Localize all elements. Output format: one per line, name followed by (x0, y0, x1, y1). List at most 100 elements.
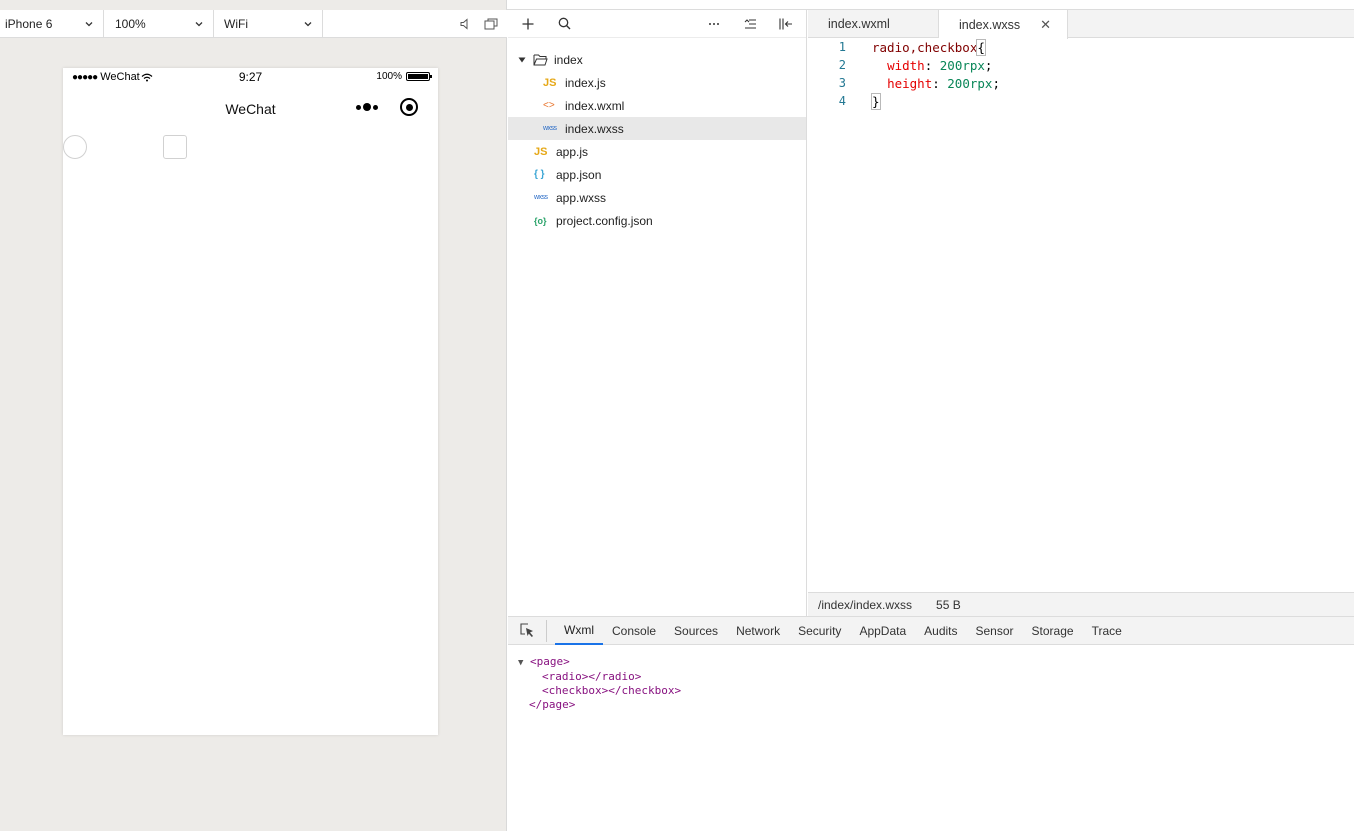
toggle-sidebar-icon[interactable] (776, 14, 796, 34)
code-area[interactable]: 1 radio,checkbox{ 2 width: 200rpx; 3 hei… (808, 38, 1354, 110)
dom-tag: <page> (530, 655, 570, 668)
code-line: 4 } (808, 92, 1354, 110)
dom-tag: </page> (529, 698, 576, 711)
simulator-toolbar: iPhone 6 100% WiFi (0, 9, 507, 38)
line-number: 1 (838, 40, 846, 54)
chevron-down-icon (85, 21, 93, 26)
js-file-icon: JS (543, 76, 557, 89)
code-line: 3 height: 200rpx; (808, 74, 1354, 92)
dom-tag: <checkbox></checkbox> (542, 684, 682, 697)
tree-label: index.wxml (565, 98, 625, 113)
dom-node-page[interactable]: ▼ <page> (518, 655, 1354, 670)
dom-node-page-close: </page> (518, 698, 1354, 712)
tree-file-index-wxml[interactable]: <> index.wxml (508, 94, 806, 117)
css-colon: : (924, 57, 940, 73)
wxml-file-icon: <> (543, 100, 555, 111)
tab-index-wxml[interactable]: index.wxml (808, 10, 939, 38)
detach-window-icon[interactable] (483, 16, 499, 32)
debugger-panel: Wxml Console Sources Network Security Ap… (508, 616, 1354, 831)
search-icon[interactable] (554, 14, 574, 34)
wxss-file-icon: wxss (534, 194, 548, 201)
more-options-icon[interactable] (704, 14, 724, 34)
sound-icon[interactable] (457, 16, 473, 32)
radio-control[interactable] (63, 135, 87, 159)
tree-file-app-json[interactable]: { } app.json (508, 163, 806, 186)
explorer-toolbar (508, 10, 806, 38)
file-explorer: index JS index.js <> index.wxml wxss ind… (508, 10, 807, 616)
wxss-file-icon: wxss (543, 125, 557, 132)
open-brace: { (976, 38, 986, 56)
tab-appdata[interactable]: AppData (850, 617, 915, 645)
dom-node-radio[interactable]: <radio></radio> (518, 670, 1354, 684)
tab-label: index.wxml (828, 17, 890, 31)
collapse-icon[interactable] (740, 14, 760, 34)
device-select[interactable]: iPhone 6 (0, 9, 104, 38)
line-number: 3 (838, 76, 846, 90)
more-icon[interactable] (356, 103, 378, 111)
tab-wxml[interactable]: Wxml (555, 617, 603, 645)
status-bar: ●●●●● WeChat 9:27 100% (63, 68, 438, 88)
tab-network[interactable]: Network (727, 617, 789, 645)
network-select-value: WiFi (224, 16, 248, 31)
css-colon: : (932, 75, 948, 91)
tab-security[interactable]: Security (789, 617, 850, 645)
tab-sensor[interactable]: Sensor (967, 617, 1023, 645)
tree-file-project-config[interactable]: {o} project.config.json (508, 209, 806, 232)
zoom-select-value: 100% (115, 16, 146, 31)
tree-file-index-wxss[interactable]: wxss index.wxss (508, 117, 806, 140)
simulator-panel: iPhone 6 100% WiFi ●●●●● WeChat 9:27 100… (0, 0, 507, 831)
wxml-tree: ▼ <page> <radio></radio> <checkbox></che… (508, 645, 1354, 712)
editor-status-bar: /index/index.wxss 55 B (808, 592, 1354, 616)
css-property: height (887, 75, 933, 91)
tree-folder-index[interactable]: index (508, 48, 806, 71)
add-icon[interactable] (518, 14, 538, 34)
tab-console[interactable]: Console (603, 617, 665, 645)
tab-index-wxss[interactable]: index.wxss ✕ (939, 10, 1068, 39)
css-value: 200rpx (947, 75, 993, 91)
file-path: /index/index.wxss (818, 597, 913, 612)
line-number: 4 (838, 94, 846, 108)
file-size: 55 B (936, 597, 961, 612)
device-select-value: iPhone 6 (5, 16, 53, 31)
tab-audits[interactable]: Audits (915, 617, 966, 645)
tree-file-index-js[interactable]: JS index.js (508, 71, 806, 94)
tree-file-app-js[interactable]: JS app.js (508, 140, 806, 163)
css-property: width (887, 57, 925, 73)
tree-label: project.config.json (556, 213, 653, 228)
tab-trace[interactable]: Trace (1083, 617, 1131, 645)
tree-label: app.wxss (556, 190, 607, 205)
tree-label: app.json (556, 167, 602, 182)
tab-storage[interactable]: Storage (1023, 617, 1083, 645)
inspect-element-icon[interactable] (516, 619, 547, 642)
battery-icon (406, 72, 432, 81)
css-selector: radio,checkbox (872, 39, 978, 55)
tree-file-app-wxss[interactable]: wxss app.wxss (508, 186, 806, 209)
tree-label: index.js (565, 75, 606, 90)
checkbox-control[interactable] (163, 135, 187, 159)
chevron-down-icon (195, 21, 203, 26)
battery-percent: 100% (376, 71, 402, 82)
dom-tag: <radio></radio> (542, 670, 642, 683)
phone-screen: ●●●●● WeChat 9:27 100% WeChat (63, 68, 438, 735)
devtools-window: iPhone 6 100% WiFi ●●●●● WeChat 9:27 100… (0, 0, 1354, 831)
close-miniprogram-icon[interactable] (400, 98, 418, 116)
tree-label: index (554, 52, 583, 67)
editor-tabs: index.wxml index.wxss ✕ (808, 10, 1354, 39)
dom-node-checkbox[interactable]: <checkbox></checkbox> (518, 684, 1354, 698)
tab-label: index.wxss (959, 17, 1021, 32)
close-icon[interactable]: ✕ (1040, 17, 1051, 33)
network-select[interactable]: WiFi (214, 9, 323, 38)
capsule-menu (356, 98, 418, 116)
file-tree: index JS index.js <> index.wxml wxss ind… (508, 38, 806, 232)
zoom-select[interactable]: 100% (104, 9, 214, 38)
js-file-icon: JS (534, 145, 548, 158)
code-line: 1 radio,checkbox{ (808, 38, 1354, 56)
css-semicolon: ; (992, 75, 1000, 91)
json-file-icon: { } (534, 169, 545, 180)
expand-triangle-icon[interactable]: ▼ (518, 658, 523, 668)
config-file-icon: {o} (534, 215, 547, 226)
tab-sources[interactable]: Sources (665, 617, 727, 645)
css-semicolon: ; (984, 57, 993, 73)
nav-bar: WeChat (63, 88, 438, 132)
caret-down-icon (518, 57, 526, 62)
